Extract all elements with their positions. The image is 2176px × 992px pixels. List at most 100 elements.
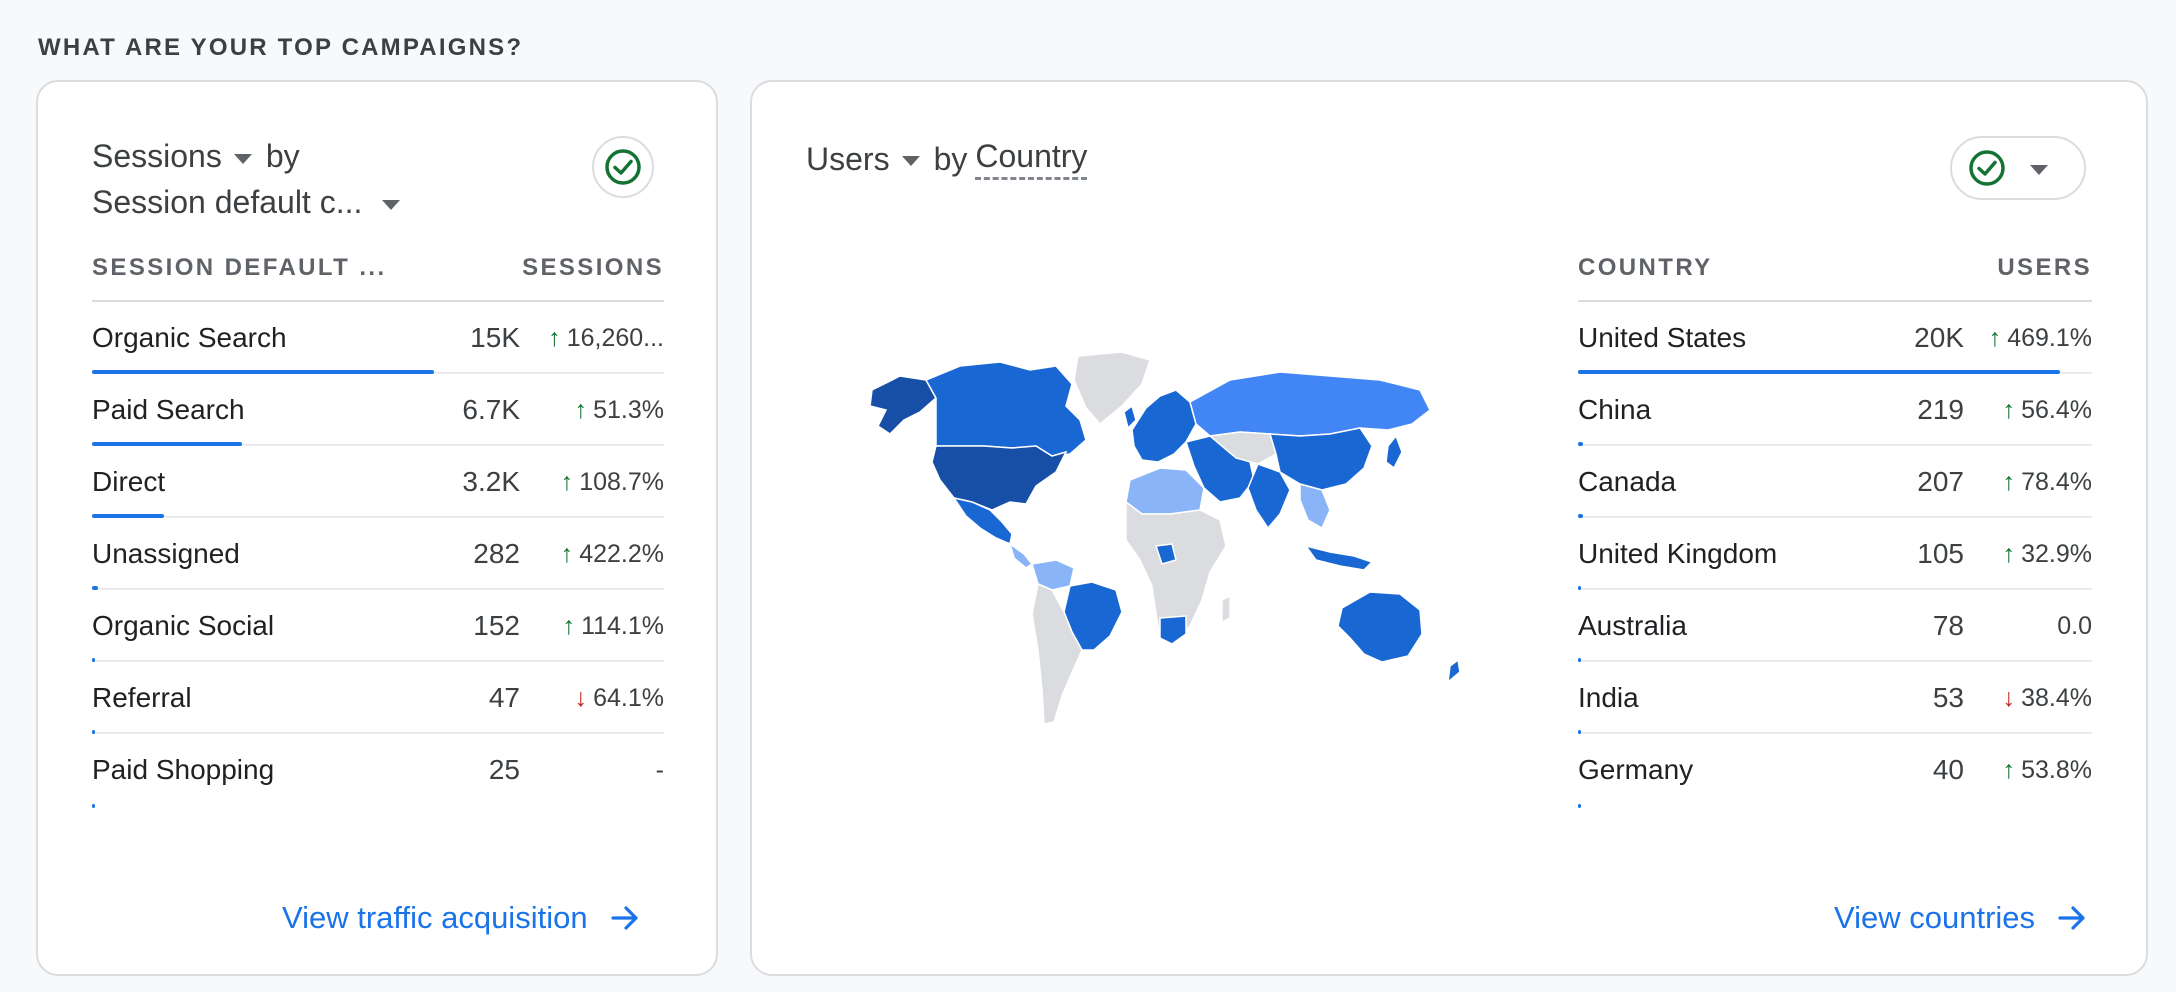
row-change-value: 78.4% — [2021, 468, 2092, 496]
table-row[interactable]: Australia 78 0.0 — [1578, 590, 2092, 662]
row-value: 6.7K — [462, 394, 520, 425]
row-change: ↑ 32.9% — [1988, 540, 2092, 569]
table-row[interactable]: Organic Search 15K ↑ 16,260... — [92, 302, 664, 374]
row-change: ↑ 56.4% — [1988, 396, 2092, 425]
chevron-down-icon — [233, 153, 252, 164]
arrow-down-icon: ↓ — [574, 684, 588, 712]
map-region-south-africa[interactable] — [1159, 615, 1187, 645]
map-region-united-states[interactable] — [931, 445, 1068, 511]
by-label: by — [265, 138, 300, 174]
column-header-sessions[interactable]: SESSIONS — [522, 254, 664, 282]
view-countries-link[interactable]: View countries — [1834, 900, 2087, 936]
map-region-japan[interactable] — [1385, 434, 1403, 470]
metric-selector-row: Sessions by — [92, 138, 300, 175]
chevron-down-icon — [2030, 165, 2048, 175]
row-name: United Kingdom — [1578, 538, 1778, 569]
arrow-up-icon: ↑ — [2002, 396, 2016, 424]
row-change: ↑ 16,260... — [524, 324, 664, 353]
row-change: ↑ 53.8% — [1988, 756, 2092, 785]
view-traffic-acquisition-label: View traffic acquisition — [282, 900, 588, 935]
table-row[interactable]: Paid Shopping 25 - — [92, 734, 664, 808]
map-region-canada[interactable] — [924, 361, 1087, 457]
row-value: 78 — [1932, 610, 1964, 641]
map-region-australia[interactable] — [1337, 591, 1423, 663]
dimension-label[interactable]: Country — [975, 138, 1088, 180]
map-region-united-kingdom[interactable] — [1123, 404, 1137, 430]
section-title: WHAT ARE YOUR TOP CAMPAIGNS? — [38, 34, 524, 61]
row-name: India — [1578, 682, 1639, 713]
column-header-dimension[interactable]: SESSION DEFAULT ... — [92, 254, 387, 282]
row-name: China — [1578, 394, 1652, 425]
column-header-country[interactable]: COUNTRY — [1578, 254, 1713, 282]
table-row[interactable]: United States 20K ↑ 469.1% — [1578, 302, 2092, 374]
arrow-up-icon: ↑ — [2002, 540, 2016, 568]
row-change-value: 56.4% — [2021, 396, 2092, 424]
row-change: ↑ 114.1% — [524, 612, 664, 641]
dimension-dropdown[interactable]: Session default c... — [92, 184, 414, 221]
row-value: 3.2K — [462, 466, 520, 497]
map-region-southeast-asia[interactable] — [1299, 483, 1331, 530]
row-name: Paid Shopping — [92, 754, 275, 785]
arrow-up-icon: ↑ — [2002, 756, 2016, 784]
row-value: 282 — [473, 538, 520, 569]
table-row[interactable]: United Kingdom 105 ↑ 32.9% — [1578, 518, 2092, 590]
table-row[interactable]: Canada 207 ↑ 78.4% — [1578, 446, 2092, 518]
view-traffic-acquisition-link[interactable]: View traffic acquisition — [282, 900, 640, 936]
users-table: COUNTRY USERS United States 20K ↑ 469.1% Chi… — [1578, 246, 2092, 808]
arrow-up-icon: ↑ — [560, 540, 574, 568]
map-region-north-africa[interactable] — [1125, 467, 1205, 515]
map-region-alaska[interactable] — [869, 375, 937, 435]
row-change-value: 16,260... — [566, 324, 664, 352]
row-name: Direct — [92, 466, 166, 497]
map-region-russia[interactable] — [1189, 371, 1431, 437]
table-row[interactable]: China 219 ↑ 56.4% — [1578, 374, 2092, 446]
insights-check-dropdown[interactable] — [1950, 136, 2086, 200]
metric-dropdown[interactable]: Sessions — [92, 138, 266, 175]
metric-dropdown[interactable]: Users — [806, 141, 934, 178]
arrow-up-icon: ↑ — [2002, 468, 2016, 496]
row-change-value: 0.0 — [2057, 612, 2092, 640]
table-row[interactable]: Paid Search 6.7K ↑ 51.3% — [92, 374, 664, 446]
table-row[interactable]: Direct 3.2K ↑ 108.7% — [92, 446, 664, 518]
row-value: 25 — [488, 754, 520, 785]
row-change: ↑ 108.7% — [524, 468, 664, 497]
arrow-up-icon: ↑ — [574, 396, 588, 424]
view-countries-label: View countries — [1834, 900, 2036, 935]
row-name: Australia — [1578, 610, 1687, 641]
map-region-new-zealand[interactable] — [1447, 658, 1461, 684]
table-row[interactable]: Referral 47 ↓ 64.1% — [92, 662, 664, 734]
row-name: Organic Search — [92, 322, 287, 353]
row-change: ↓ 64.1% — [524, 684, 664, 713]
row-change-value: 53.8% — [2021, 756, 2092, 784]
map-region-greenland[interactable] — [1073, 351, 1151, 426]
table-row[interactable]: India 53 ↓ 38.4% — [1578, 662, 2092, 734]
map-region-indonesia[interactable] — [1304, 544, 1374, 571]
table-header: SESSION DEFAULT ... SESSIONS — [92, 246, 664, 302]
metric-label: Users — [806, 140, 890, 177]
table-row[interactable]: Germany 40 ↑ 53.8% — [1578, 734, 2092, 808]
table-row[interactable]: Organic Social 152 ↑ 114.1% — [92, 590, 664, 662]
table-row[interactable]: Unassigned 282 ↑ 422.2% — [92, 518, 664, 590]
map-region-madagascar[interactable] — [1221, 594, 1231, 624]
row-name: Canada — [1578, 466, 1677, 497]
row-value: 207 — [1917, 466, 1964, 497]
row-change: ↑ 51.3% — [524, 396, 664, 425]
row-change-value: 108.7% — [579, 468, 664, 496]
insights-check-button[interactable] — [592, 136, 654, 198]
map-region-europe[interactable] — [1131, 389, 1197, 463]
dimension-label: Session default c... — [92, 184, 363, 220]
row-value: 20K — [1914, 322, 1964, 353]
table-header: COUNTRY USERS — [1578, 246, 2092, 302]
arrow-up-icon: ↑ — [562, 612, 576, 640]
row-name: Unassigned — [92, 538, 240, 569]
row-change-value: 114.1% — [581, 612, 664, 640]
by-label: by — [933, 140, 968, 177]
column-header-users[interactable]: USERS — [1997, 254, 2092, 282]
row-name: Germany — [1578, 754, 1694, 785]
arrow-up-icon: ↑ — [548, 324, 561, 352]
map-region-central-america[interactable] — [1008, 542, 1034, 569]
sessions-table: SESSION DEFAULT ... SESSIONS Organic Sea… — [92, 246, 664, 808]
world-map[interactable] — [860, 350, 1560, 740]
row-change: ↑ 78.4% — [1988, 468, 2092, 497]
chevron-down-icon — [382, 199, 401, 210]
